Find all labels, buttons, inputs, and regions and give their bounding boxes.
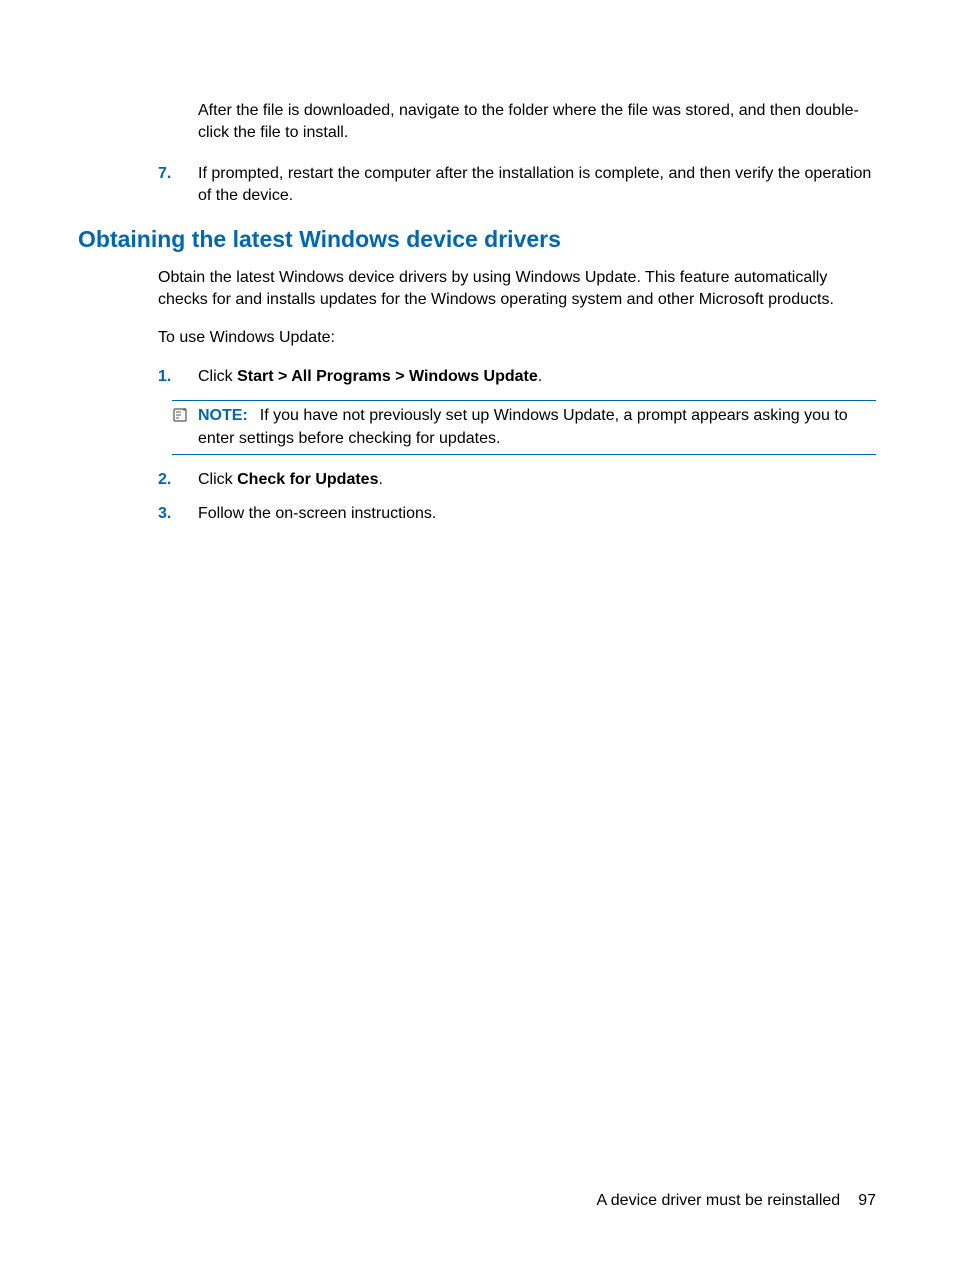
- note-content: NOTE:If you have not previously set up W…: [198, 405, 876, 450]
- text-bold: Check for Updates: [237, 471, 378, 488]
- footer-section-title: A device driver must be reinstalled: [597, 1192, 841, 1210]
- text-bold: Start > All Programs > Windows Update: [237, 368, 538, 385]
- note-body: If you have not previously set up Window…: [198, 407, 848, 446]
- list-item-7: 7. If prompted, restart the computer aft…: [158, 163, 876, 208]
- list-number: 3.: [158, 503, 198, 525]
- section-paragraph-2: To use Windows Update:: [158, 327, 876, 349]
- text-prefix: Click: [198, 368, 237, 385]
- list-number: 7.: [158, 163, 198, 208]
- note-callout: NOTE:If you have not previously set up W…: [172, 400, 876, 455]
- note-label: NOTE:: [198, 407, 248, 424]
- note-icon: [172, 407, 192, 430]
- list-number: 1.: [158, 366, 198, 388]
- text-prefix: Click: [198, 471, 237, 488]
- continuation-paragraph: After the file is downloaded, navigate t…: [198, 100, 876, 145]
- list-item-3: 3. Follow the on-screen instructions.: [158, 503, 876, 525]
- text-suffix: .: [378, 471, 382, 488]
- section-paragraph-1: Obtain the latest Windows device drivers…: [158, 267, 876, 312]
- list-item-2: 2. Click Check for Updates.: [158, 469, 876, 491]
- list-text: If prompted, restart the computer after …: [198, 163, 876, 208]
- footer-page-number: 97: [858, 1192, 876, 1210]
- list-text: Click Check for Updates.: [198, 469, 876, 491]
- list-number: 2.: [158, 469, 198, 491]
- section-heading: Obtaining the latest Windows device driv…: [78, 226, 876, 253]
- list-item-1: 1. Click Start > All Programs > Windows …: [158, 366, 876, 388]
- list-text: Follow the on-screen instructions.: [198, 503, 876, 525]
- text-suffix: .: [538, 368, 542, 385]
- page-footer: A device driver must be reinstalled 97: [597, 1192, 876, 1210]
- page-content: After the file is downloaded, navigate t…: [78, 100, 876, 526]
- list-text: Click Start > All Programs > Windows Upd…: [198, 366, 876, 388]
